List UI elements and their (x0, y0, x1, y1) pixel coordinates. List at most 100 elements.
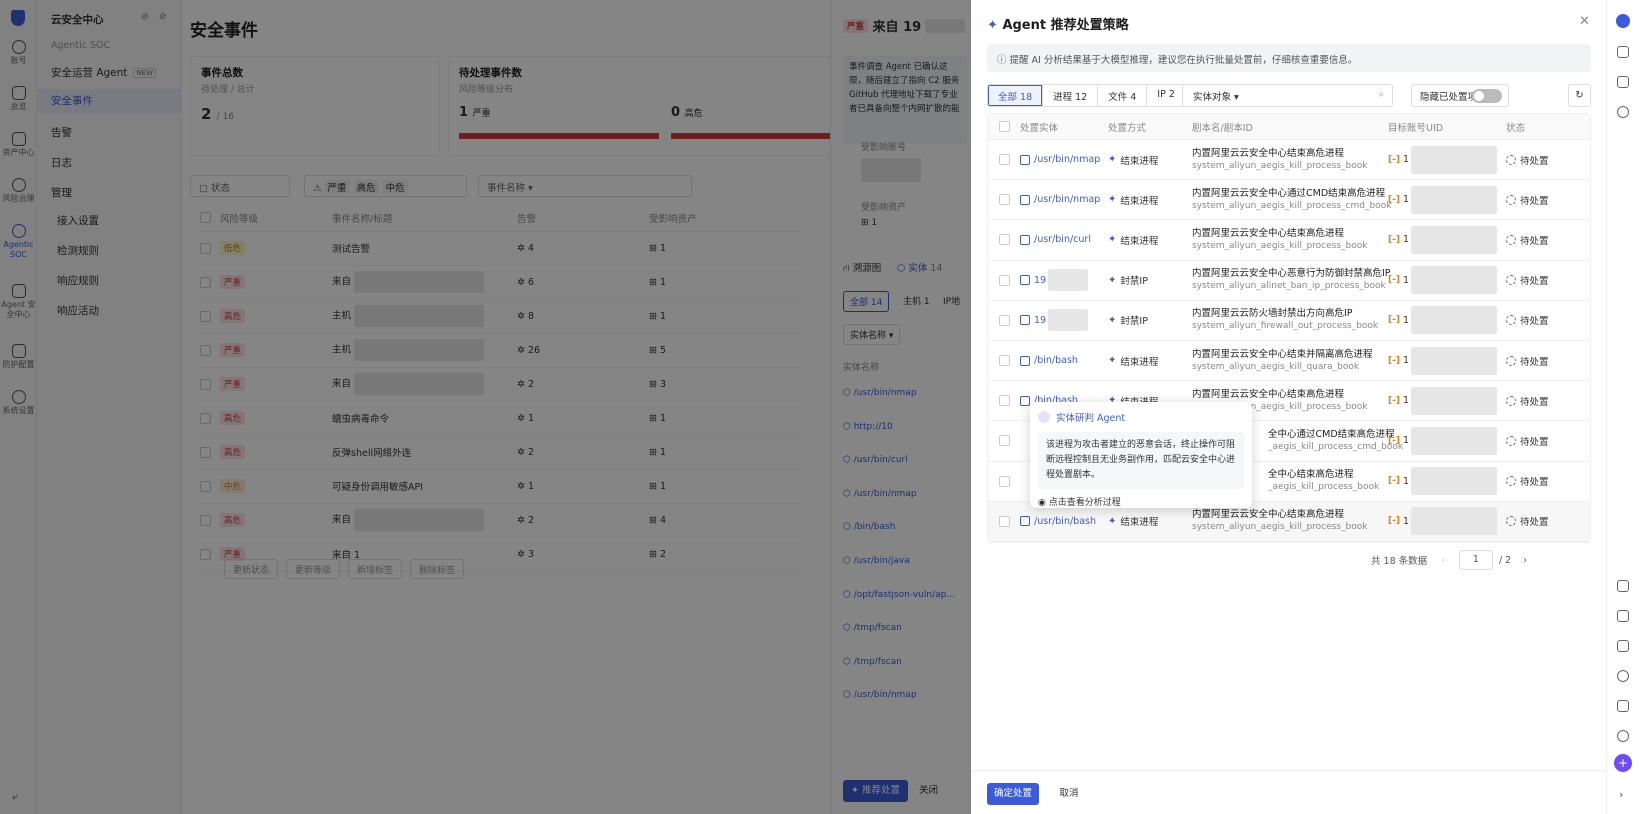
uid-value: 1 (1402, 475, 1410, 487)
row-checkbox[interactable] (999, 194, 1010, 206)
search-icon[interactable]: ⌕ (1379, 89, 1384, 100)
action-label: 结束进程 (1120, 155, 1159, 167)
redacted-block (1411, 386, 1498, 415)
status-cell: 待处置 (1506, 140, 1549, 179)
script-name: 内置阿里云云安全中心结束高危进程 (1192, 147, 1345, 159)
action-cell: ✦ 封禁IP (1108, 301, 1148, 340)
script-cell: 内置阿里云云安全中心恶意行为防御封禁高危IP system_aliyun_alin… (1192, 261, 1391, 300)
flag-icon[interactable] (1617, 46, 1629, 58)
table-row[interactable]: /usr/bin/curl ✦ 结束进程 内置阿里云云安全中心结束高危进程 system… (988, 220, 1590, 261)
redacted-block (1411, 426, 1498, 455)
close-icon[interactable]: ✕ (1579, 14, 1590, 29)
modal-backdrop[interactable] (0, 0, 972, 814)
col-script: 剧本名/剧本ID (1192, 122, 1253, 134)
redacted-block (1048, 309, 1089, 332)
sparkle-icon: ✦ (1108, 234, 1117, 246)
entity-link[interactable]: /bin/bash (1020, 341, 1078, 380)
refresh-icon[interactable]: ↻ (1568, 84, 1591, 107)
row-checkbox[interactable] (999, 515, 1010, 527)
entity-link[interactable]: /usr/bin/nmap (1020, 180, 1100, 219)
process-icon (1020, 194, 1030, 205)
entity-name: /usr/bin/bash (1034, 515, 1096, 527)
row-checkbox[interactable] (999, 355, 1010, 367)
redacted-block (1411, 266, 1498, 295)
row-checkbox[interactable] (999, 234, 1010, 246)
table-row[interactable]: 19 ✦ 封禁IP 内置阿里云云安全中心恶意行为防御封禁高危IP system_aliy… (988, 261, 1590, 301)
row-checkbox[interactable] (999, 435, 1010, 447)
row-checkbox[interactable] (999, 395, 1010, 407)
process-icon (1020, 154, 1030, 165)
ai-alert: ⓘ 提醒 AI 分析结果基于大模型推理，建议您在执行批量处置前，仔细核查重要信息… (987, 44, 1591, 72)
pending-icon (1506, 355, 1516, 366)
tab-all[interactable]: 全部 18 (988, 85, 1044, 106)
agent-avatar (1038, 411, 1050, 423)
cloud-icon[interactable] (1617, 730, 1629, 742)
tab-process[interactable]: 进程 12 (1043, 85, 1099, 106)
action-label: 封禁IP (1120, 316, 1148, 328)
script-name: 内置阿里云云安全中心结束高危进程 (1192, 509, 1345, 521)
script-id: _aegis_kill_process_cmd_book (1268, 441, 1404, 452)
list-icon[interactable] (1617, 580, 1629, 592)
prev-page-icon[interactable]: ‹ (1441, 555, 1445, 566)
uid-value: 1 (1402, 154, 1410, 166)
uid-value: 1 (1402, 194, 1410, 206)
script-cell: 内置阿里云云安全中心通过CMD结束高危进程 system_aliyun_aegis… (1192, 180, 1391, 219)
doc-icon[interactable] (1617, 76, 1629, 88)
process-icon (1020, 516, 1030, 527)
script-name: 内置阿里云云安全中心结束高危进程 (1192, 388, 1345, 400)
uid-value: 1 (1402, 435, 1410, 447)
status-label: 待处置 (1520, 276, 1549, 288)
process-icon (1020, 315, 1030, 326)
status-cell: 待处置 (1506, 301, 1549, 340)
row-checkbox[interactable] (999, 475, 1010, 487)
entity-link[interactable]: /usr/bin/curl (1020, 220, 1091, 259)
page-input[interactable]: 1 (1458, 550, 1493, 570)
script-cell: 内置阿里云云防火墙封禁出方向高危IP system_aliyun_firewall… (1192, 301, 1378, 340)
uid-cell: [-] 1 (1388, 502, 1498, 541)
expand-icon[interactable]: › (1619, 788, 1623, 801)
entity-link[interactable]: 19 (1020, 301, 1089, 340)
action-cell: ✦结束进程 (1108, 341, 1158, 380)
confirm-button[interactable]: 确定处置 (987, 783, 1039, 805)
select-all-checkbox[interactable] (999, 121, 1010, 132)
agent-tooltip-body: 该进程为攻击者建立的恶意会话，终止操作可阻断远程控制且无业务副作用，匹配云安全中… (1038, 432, 1244, 489)
tab-file[interactable]: 文件 4 (1098, 85, 1148, 106)
script-cell: 全中心通过CMD结束高危进程 _aegis_kill_process_cmd_bo… (1268, 421, 1403, 460)
uid-cell: [-] 1 (1388, 261, 1498, 300)
script-cell: 内置阿里云云安全中心结束高危进程 system_aliyun_aegis_kill… (1192, 220, 1367, 259)
table-row[interactable]: /usr/bin/nmap ✦ 结束进程 内置阿里云云安全中心通过CMD结束高危进程 s… (988, 180, 1590, 221)
entity-tabs: 全部 18 进程 12 文件 4 IP 2 (987, 84, 1186, 107)
hide-processed-toggle[interactable] (1472, 89, 1502, 103)
entity-name: /usr/bin/curl (1034, 234, 1091, 246)
next-page-icon[interactable]: › (1523, 555, 1527, 566)
tab-ip[interactable]: IP 2 (1147, 85, 1185, 106)
total-count: 共 18 条数据 (1371, 556, 1428, 567)
edit-icon[interactable] (1617, 700, 1629, 712)
status-cell: 待处置 (1506, 421, 1549, 460)
entity-link[interactable]: /usr/bin/nmap (1020, 140, 1100, 179)
table-row[interactable]: /bin/bash ✦ 结束进程 内置阿里云云安全中心结束并隔离高危进程 system_… (988, 341, 1590, 382)
gear-icon[interactable] (1617, 670, 1629, 682)
terminal-icon[interactable] (1617, 640, 1629, 652)
new-badge-icon[interactable] (1616, 14, 1630, 28)
headset-icon[interactable] (1617, 106, 1629, 118)
action-cell: ✦结束进程 (1108, 220, 1158, 259)
status-label: 待处置 (1520, 195, 1549, 207)
entity-link[interactable]: 19 (1020, 261, 1089, 300)
table-row[interactable]: 19 ✦ 封禁IP 内置阿里云云防火墙封禁出方向高危IP system_aliyun_f… (988, 301, 1590, 341)
table-row[interactable]: /usr/bin/nmap ✦ 结束进程 内置阿里云云安全中心结束高危进程 system… (988, 140, 1590, 181)
status-cell: 待处置 (1506, 341, 1549, 380)
row-checkbox[interactable] (999, 154, 1010, 166)
entity-type-select[interactable]: 实体对象 ▾ ⌕ (1182, 84, 1393, 107)
eye-icon: ◉ (1038, 498, 1049, 508)
uid-value: 1 (1402, 234, 1410, 246)
agent-tooltip: 实体研判 Agent 该进程为攻击者建立的恶意会话，终止操作可阻断远程控制且无业… (1030, 402, 1252, 508)
cube-icon[interactable] (1617, 610, 1629, 622)
col-entity: 处置实体 (1020, 122, 1059, 134)
view-analysis-link[interactable]: ◉ 点击查看分析过程 (1038, 495, 1244, 508)
row-checkbox[interactable] (999, 314, 1010, 326)
add-icon[interactable]: + (1614, 754, 1632, 772)
cancel-button[interactable]: 取消 (1051, 783, 1087, 805)
row-checkbox[interactable] (999, 274, 1010, 286)
script-id: system_aliyun_aegis_kill_process_book (1192, 160, 1368, 171)
